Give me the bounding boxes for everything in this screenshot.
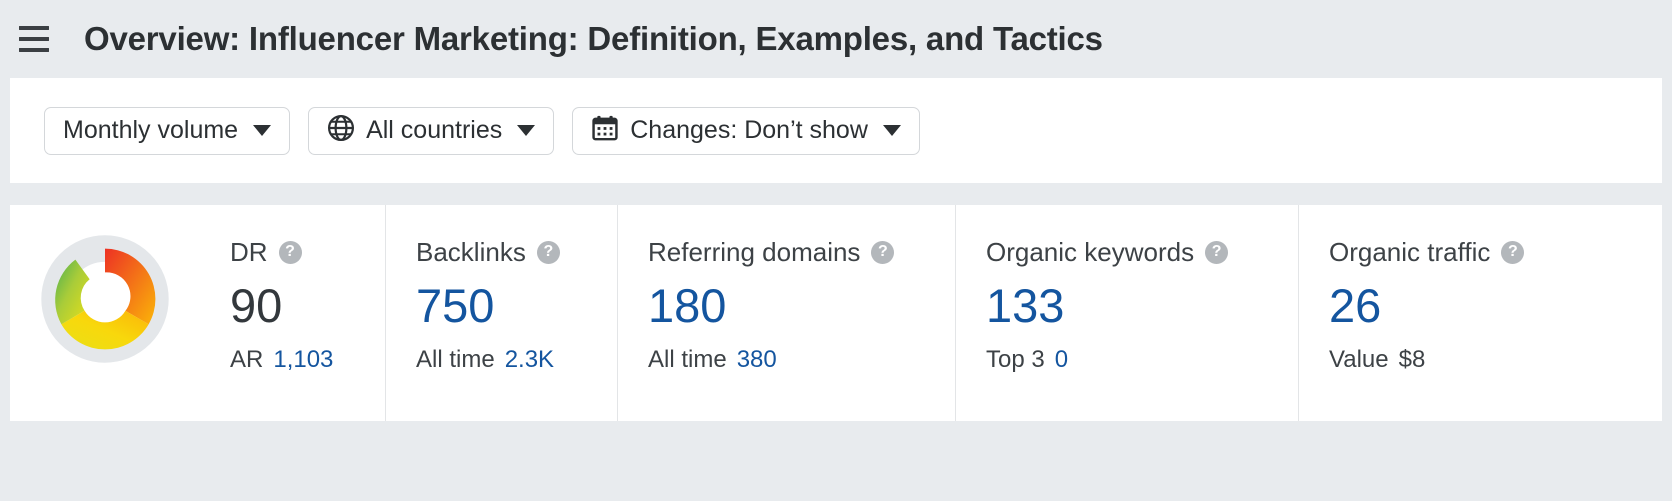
filter-changes-label: Changes: Don’t show (630, 116, 868, 144)
chevron-down-icon (253, 125, 272, 136)
domain-rating-donut-chart (10, 205, 200, 369)
filter-all-countries-label: All countries (366, 116, 503, 144)
metrics-columns: DR ? 90 AR 1,103 Backlinks ? 750 All tim… (200, 205, 1662, 421)
page-title: Overview: Influencer Marketing: Definiti… (84, 20, 1103, 57)
metric-organic-keywords-value[interactable]: 133 (986, 281, 1272, 331)
hamburger-bar (19, 26, 49, 30)
metric-organic-keywords-label: Organic keywords (986, 237, 1195, 267)
metric-backlinks-sub-label: All time (416, 346, 495, 374)
metric-organic-traffic-sub-label: Value (1329, 346, 1389, 374)
metric-organic-keywords-sub: Top 3 0 (986, 346, 1272, 374)
metric-referring-domains-sub-label: All time (648, 346, 727, 374)
metric-referring-domains-sub: All time 380 (648, 346, 929, 374)
question-mark-icon[interactable]: ? (871, 240, 895, 264)
question-mark-icon[interactable]: ? (278, 240, 302, 264)
metric-organic-keywords-header: Organic keywords ? (986, 237, 1272, 267)
metric-dr-header: DR ? (230, 237, 359, 267)
metric-dr-value: 90 (230, 279, 283, 332)
calendar-icon (591, 114, 619, 147)
metric-dr-sub: AR 1,103 (230, 346, 359, 374)
metric-organic-traffic-value[interactable]: 26 (1329, 281, 1572, 331)
filter-monthly-volume-label: Monthly volume (63, 116, 239, 144)
metric-referring-domains-label: Referring domains (648, 237, 861, 267)
question-mark-icon[interactable]: ? (1501, 240, 1525, 264)
metric-organic-traffic-sub: Value $8 (1329, 346, 1572, 374)
metric-referring-domains-value[interactable]: 180 (648, 281, 929, 331)
metric-organic-traffic: Organic traffic ? 26 Value $8 (1298, 205, 1598, 421)
metric-referring-domains-sub-value[interactable]: 380 (737, 346, 777, 374)
metric-organic-traffic-label: Organic traffic (1329, 237, 1491, 267)
filter-changes[interactable]: Changes: Don’t show (572, 106, 920, 155)
question-mark-icon[interactable]: ? (536, 240, 560, 264)
metric-organic-traffic-sub-value: $8 (1398, 346, 1426, 374)
hamburger-menu-icon[interactable] (14, 19, 54, 59)
ahrefs-site-explorer-overview: Overview: Influencer Marketing: Definiti… (0, 0, 1672, 501)
question-mark-icon[interactable]: ? (1205, 240, 1229, 264)
metric-backlinks-sub: All time 2.3K (416, 346, 591, 374)
filter-bar: Monthly volume All countries Changes: Do… (10, 78, 1662, 183)
hamburger-bar (19, 48, 49, 52)
metric-backlinks-value[interactable]: 750 (416, 281, 591, 331)
filter-monthly-volume[interactable]: Monthly volume (44, 106, 291, 155)
hamburger-bar (19, 37, 49, 41)
metric-backlinks-label: Backlinks (416, 237, 526, 267)
page-header: Overview: Influencer Marketing: Definiti… (0, 0, 1672, 78)
metric-dr: DR ? 90 AR 1,103 (200, 205, 385, 421)
metric-organic-keywords: Organic keywords ? 133 Top 3 0 (955, 205, 1298, 421)
metric-dr-label: DR (230, 237, 268, 267)
metric-organic-traffic-header: Organic traffic ? (1329, 237, 1572, 267)
metric-backlinks-header: Backlinks ? (416, 237, 591, 267)
metric-organic-keywords-sub-value[interactable]: 0 (1055, 346, 1068, 374)
metric-dr-sub-value[interactable]: 1,103 (273, 346, 333, 374)
filter-all-countries[interactable]: All countries (308, 106, 555, 155)
metric-organic-keywords-sub-label: Top 3 (986, 346, 1045, 374)
metrics-card: DR ? 90 AR 1,103 Backlinks ? 750 All tim… (10, 205, 1662, 421)
metric-dr-sub-label: AR (230, 346, 264, 374)
donut-svg (41, 235, 169, 363)
metric-referring-domains-header: Referring domains ? (648, 237, 929, 267)
metric-backlinks-sub-value[interactable]: 2.3K (505, 346, 554, 374)
chevron-down-icon (517, 125, 536, 136)
metric-referring-domains: Referring domains ? 180 All time 380 (617, 205, 955, 421)
chevron-down-icon (882, 125, 901, 136)
globe-icon (327, 114, 355, 147)
metric-backlinks: Backlinks ? 750 All time 2.3K (385, 205, 617, 421)
